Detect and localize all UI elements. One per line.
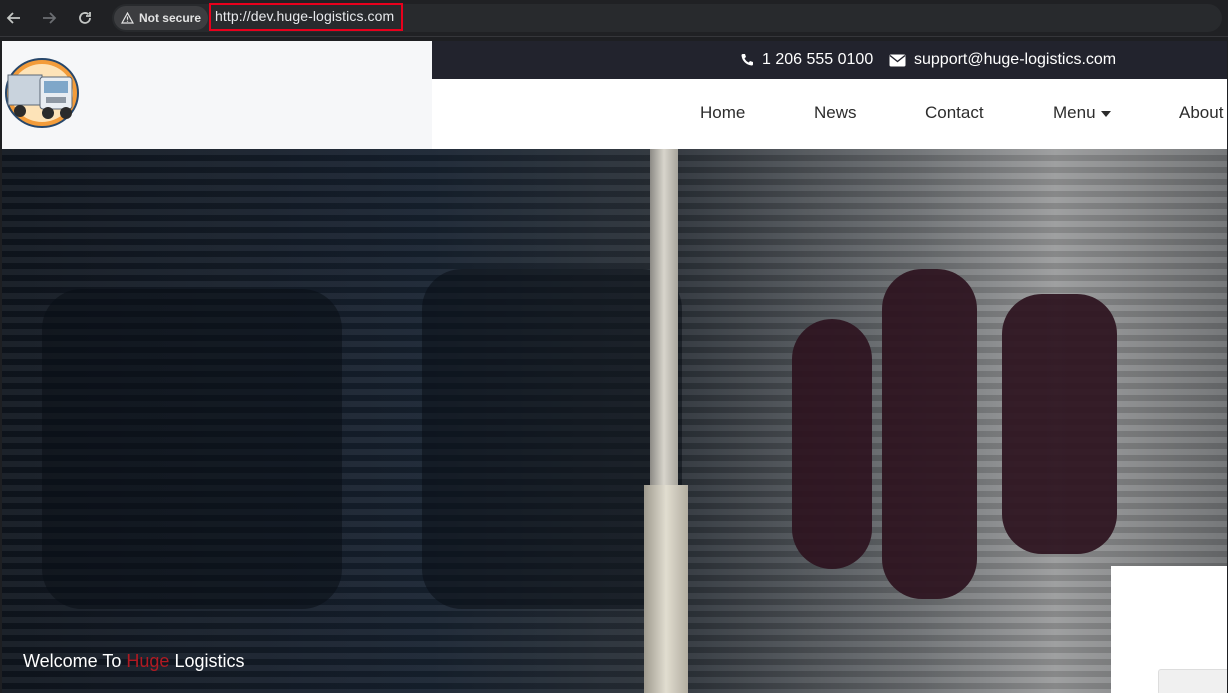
- hero-painted-stroke: [882, 269, 977, 599]
- web-page: 1 206 555 0100 support@huge-logistics.co…: [2, 41, 1227, 693]
- warning-triangle-icon: [120, 12, 134, 24]
- arrow-left-icon: [6, 12, 20, 24]
- email-contact[interactable]: support@huge-logistics.com: [889, 51, 1116, 69]
- reload-button[interactable]: [74, 7, 96, 29]
- reload-icon: [79, 12, 91, 24]
- nav-about[interactable]: About: [1179, 103, 1223, 123]
- forward-button[interactable]: [38, 7, 60, 29]
- phone-icon: [741, 54, 753, 66]
- email-address: support@huge-logistics.com: [914, 51, 1117, 68]
- url-text[interactable]: http://dev.huge-logistics.com: [215, 8, 394, 24]
- envelope-icon: [889, 54, 906, 66]
- hero-brand-rest: Logistics: [174, 651, 245, 671]
- security-label: Not secure: [138, 11, 202, 25]
- security-chip[interactable]: Not secure: [114, 6, 208, 30]
- main-nav: Home News Contact Menu About: [432, 79, 1227, 149]
- hero-banner: Welcome To Huge Logistics: [2, 149, 1227, 693]
- header-logo-area: [2, 41, 432, 149]
- nav-menu-label: Menu: [1053, 103, 1096, 122]
- hero-shadow-glyph: [422, 269, 682, 609]
- nav-menu-dropdown[interactable]: Menu: [1053, 103, 1111, 123]
- caret-down-icon: [1100, 110, 1111, 117]
- contact-topbar: 1 206 555 0100 support@huge-logistics.co…: [432, 41, 1227, 79]
- browser-toolbar: Not secure http://dev.huge-logistics.com: [0, 0, 1228, 37]
- hero-pole-sleeve: [644, 485, 688, 693]
- nav-contact[interactable]: Contact: [925, 103, 984, 123]
- hero-painted-stroke: [792, 319, 872, 569]
- nav-news[interactable]: News: [814, 103, 857, 123]
- arrow-right-icon: [43, 12, 57, 24]
- truck-logo-icon[interactable]: [2, 55, 80, 131]
- hero-welcome: Welcome To: [23, 651, 122, 671]
- phone-number: 1 206 555 0100: [762, 51, 874, 68]
- back-button[interactable]: [3, 7, 25, 29]
- nav-home[interactable]: Home: [700, 103, 745, 123]
- phone-contact[interactable]: 1 206 555 0100: [740, 51, 873, 69]
- hero-painted-stroke: [1002, 294, 1117, 554]
- hero-brand-accent: Huge: [126, 651, 170, 671]
- hero-shadow-glyph: [42, 289, 342, 609]
- floating-widget-chip[interactable]: [1158, 669, 1227, 693]
- hero-welcome-text: Welcome To Huge Logistics: [23, 651, 244, 672]
